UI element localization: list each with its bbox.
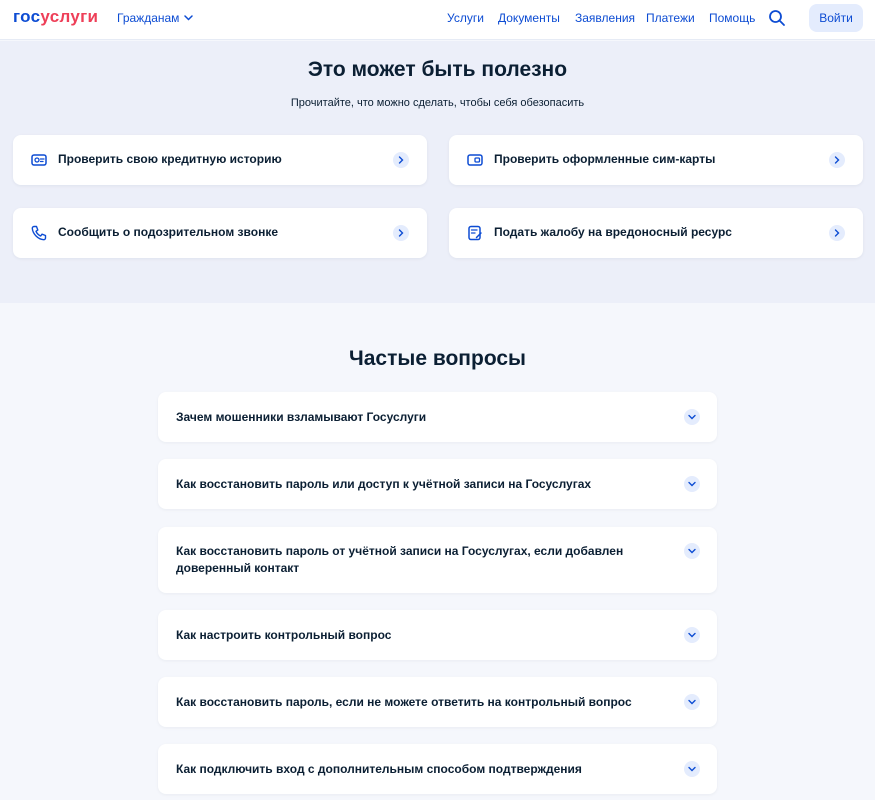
complaint-icon — [468, 225, 482, 241]
chevron-right-icon — [393, 225, 409, 241]
sim-card-icon — [467, 154, 483, 166]
nav-help[interactable]: Помощь — [709, 11, 755, 25]
card-label: Проверить оформленные сим-карты — [494, 152, 716, 166]
card-label: Подать жалобу на вредоносный ресурс — [494, 225, 732, 239]
card-label: Сообщить о подозрительном звонке — [58, 225, 278, 239]
faq-question: Как восстановить пароль, если не можете … — [176, 695, 632, 709]
faq-question: Как подключить вход с дополнительным спо… — [176, 762, 582, 776]
card-label: Проверить свою кредитную историю — [58, 152, 282, 166]
chevron-down-icon[interactable] — [684, 627, 700, 643]
faq-item[interactable]: Как настроить контрольный вопрос — [158, 610, 717, 660]
login-button[interactable]: Войти — [809, 4, 863, 32]
faq-question: Зачем мошенники взламывают Госуслуги — [176, 410, 427, 424]
faq-question: Как настроить контрольный вопрос — [176, 628, 392, 642]
chevron-down-icon — [184, 15, 194, 21]
useful-subtitle: Прочитайте, что можно сделать, чтобы себ… — [290, 97, 585, 109]
card-malicious-resource[interactable]: Подать жалобу на вредоносный ресурс — [449, 208, 863, 258]
search-icon[interactable] — [768, 9, 786, 27]
card-credit-history[interactable]: Проверить свою кредитную историю — [13, 135, 427, 185]
faq-title: Частые вопросы — [349, 347, 526, 370]
faq-item[interactable]: Как восстановить пароль от учётной запис… — [158, 527, 717, 593]
nav-services[interactable]: Услуги — [447, 11, 484, 25]
card-sim-cards[interactable]: Проверить оформленные сим-карты — [449, 135, 863, 185]
faq-item[interactable]: Как подключить вход с дополнительным спо… — [158, 744, 717, 794]
chevron-down-icon[interactable] — [684, 476, 700, 492]
faq-item[interactable]: Как восстановить пароль, если не можете … — [158, 677, 717, 727]
citizens-dropdown[interactable]: Гражданам — [117, 11, 194, 25]
useful-title: Это может быть полезно — [307, 58, 568, 81]
nav-applications[interactable]: Заявления — [575, 11, 635, 25]
chevron-right-icon — [393, 152, 409, 168]
nav-documents[interactable]: Документы — [498, 11, 560, 25]
faq-question: Как восстановить пароль или доступ к учё… — [176, 477, 592, 491]
gosuslugi-logo[interactable]: госуслуги — [13, 6, 98, 28]
chevron-right-icon — [829, 152, 845, 168]
logo-part-gos: гос — [13, 7, 41, 26]
card-suspicious-call[interactable]: Сообщить о подозрительном звонке — [13, 208, 427, 258]
credit-history-icon — [31, 154, 47, 166]
chevron-down-icon[interactable] — [684, 694, 700, 710]
chevron-down-icon[interactable] — [684, 543, 700, 559]
chevron-down-icon[interactable] — [684, 409, 700, 425]
logo-part-uslugi: услуги — [40, 7, 99, 26]
top-header: госуслуги Гражданам Услуги Документы Зая… — [0, 0, 875, 40]
faq-question: Как восстановить пароль от учётной запис… — [176, 544, 624, 575]
citizens-label: Гражданам — [117, 11, 180, 25]
faq-item[interactable]: Как восстановить пароль или доступ к учё… — [158, 459, 717, 509]
chevron-down-icon[interactable] — [684, 761, 700, 777]
nav-payments[interactable]: Платежи — [646, 11, 695, 25]
chevron-right-icon — [829, 225, 845, 241]
phone-icon — [31, 225, 47, 241]
faq-item[interactable]: Зачем мошенники взламывают Госуслуги — [158, 392, 717, 442]
